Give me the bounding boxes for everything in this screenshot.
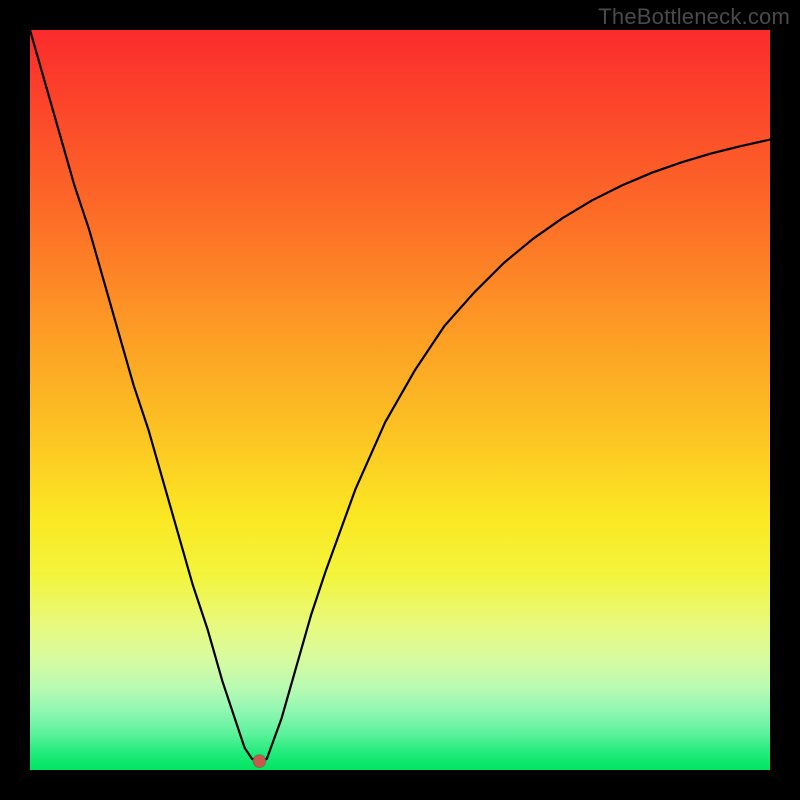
minimum-point-dot — [253, 755, 266, 768]
plot-area — [30, 30, 770, 770]
watermark-text: TheBottleneck.com — [598, 4, 790, 30]
chart-frame: TheBottleneck.com — [0, 0, 800, 800]
curve-svg — [30, 30, 770, 770]
bottleneck-curve — [30, 30, 770, 761]
